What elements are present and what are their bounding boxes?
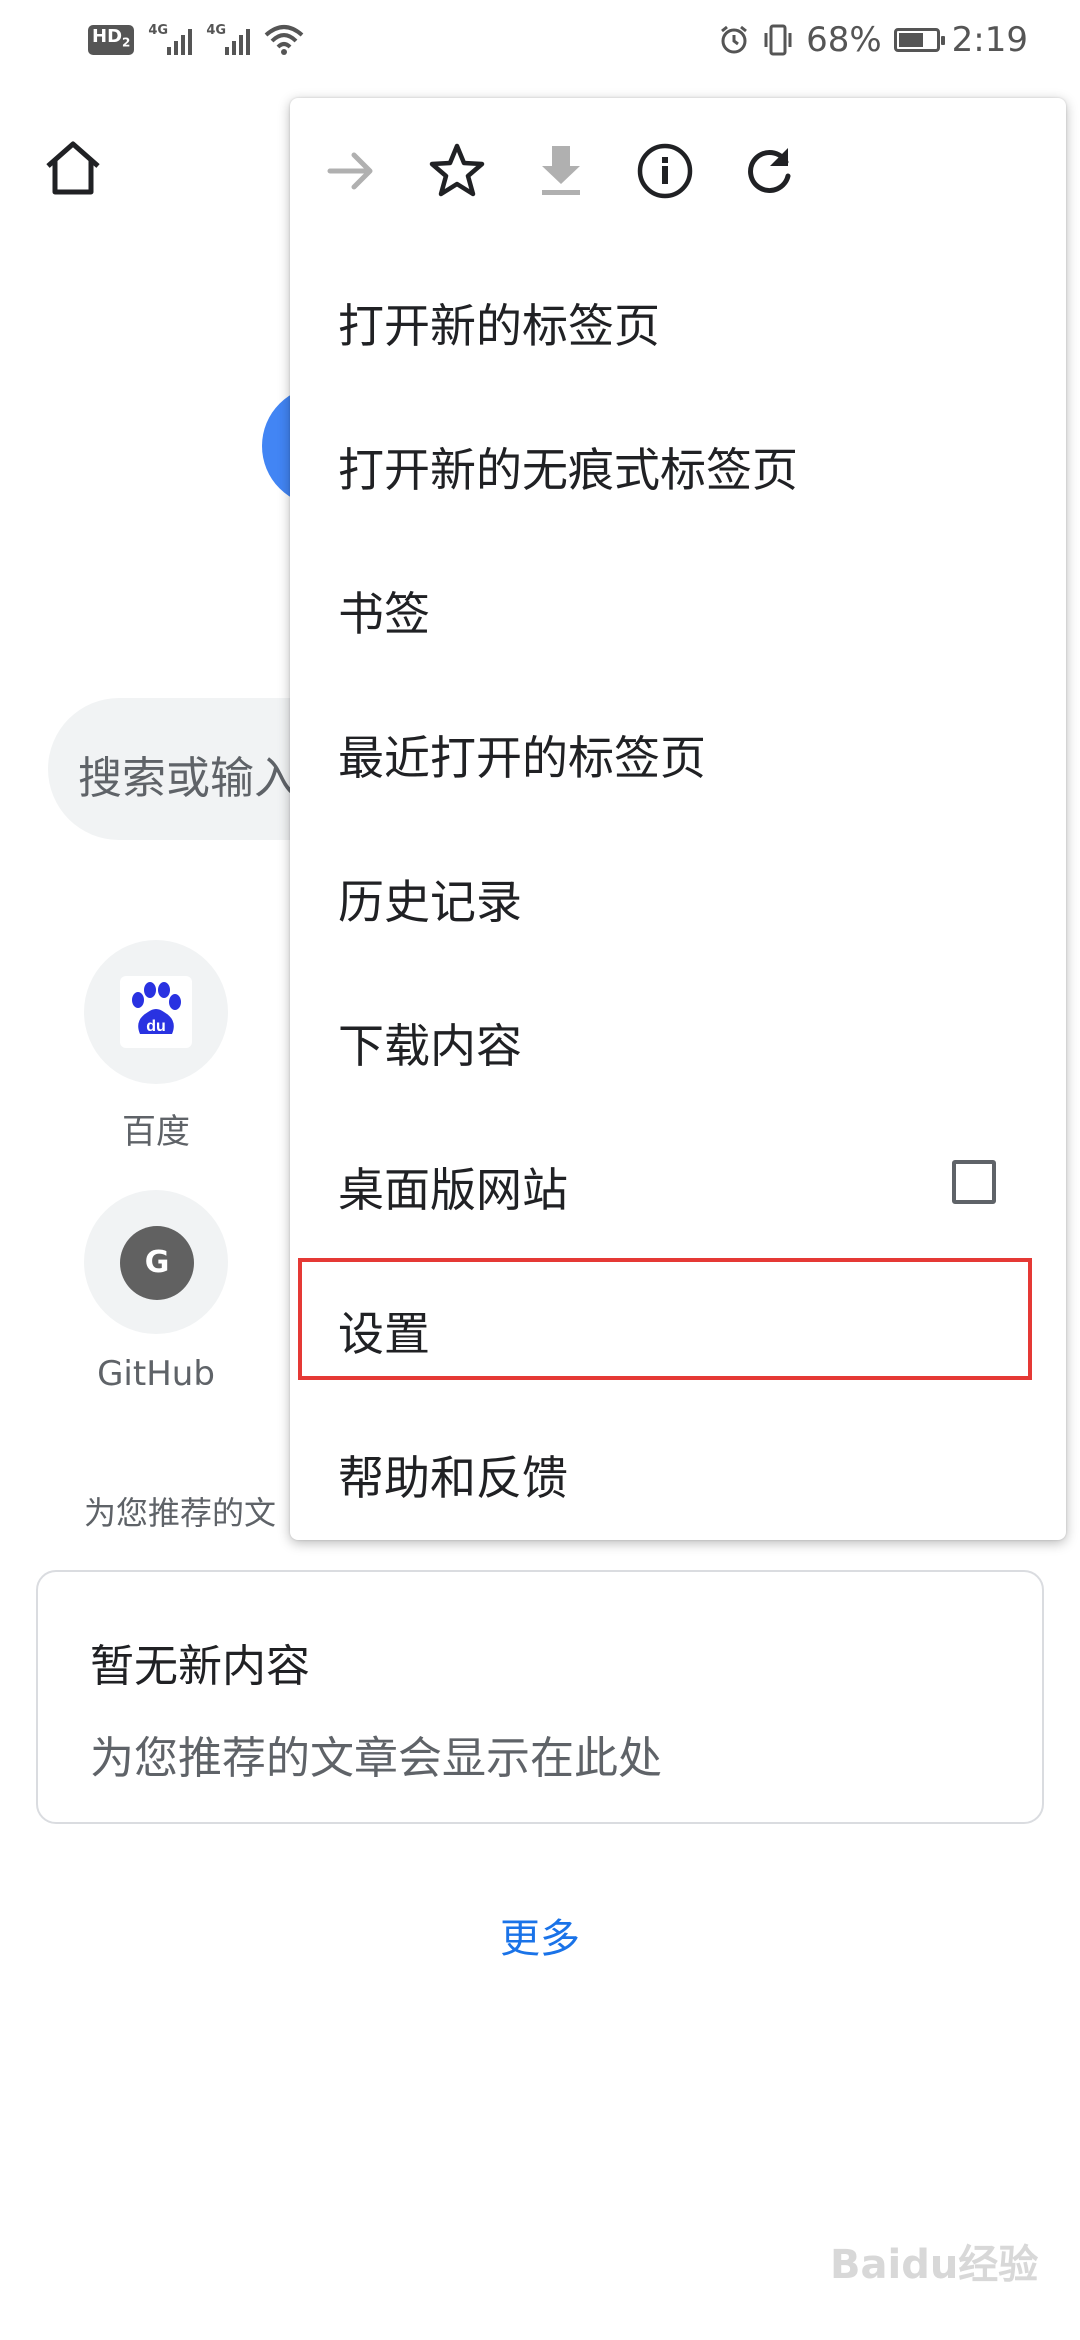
- status-right: 68% 2:19: [718, 18, 1028, 62]
- status-left: HD2 4G 4G: [88, 18, 304, 62]
- info-icon[interactable]: [632, 138, 698, 204]
- hd-label: HD: [92, 26, 123, 48]
- forward-icon[interactable]: [318, 138, 384, 204]
- status-bar: HD2 4G 4G 68% 2:19: [0, 0, 1080, 80]
- menu-item-bookmarks[interactable]: 书签: [290, 532, 1066, 676]
- vibrate-icon: [764, 24, 792, 56]
- alarm-icon: [721, 25, 747, 54]
- reload-icon[interactable]: [736, 138, 802, 204]
- home-icon[interactable]: [42, 136, 104, 198]
- signal-icon-2: 4G: [206, 23, 251, 57]
- menu-item-label: 书签: [338, 587, 430, 641]
- menu-item-label: 桌面版网站: [338, 1163, 568, 1217]
- menu-item-downloads[interactable]: 下载内容: [290, 964, 1066, 1108]
- baidu-logo-icon: du: [120, 976, 192, 1048]
- shortcut-label-github: GitHub: [97, 1354, 215, 1394]
- menu-toolbar: [290, 98, 1066, 244]
- highlight-box: [298, 1258, 1032, 1380]
- menu-item-label: 最近打开的标签页: [338, 731, 706, 785]
- search-placeholder: 搜索或输入: [78, 753, 298, 804]
- recommend-heading: 为您推荐的文: [84, 1494, 277, 1532]
- wifi-icon: [265, 25, 304, 55]
- menu-item-label: 打开新的无痕式标签页: [338, 443, 798, 497]
- menu-item-label: 帮助和反馈: [338, 1451, 568, 1505]
- menu-item-settings[interactable]: 设置: [290, 1252, 1066, 1396]
- menu-item-new-incognito-tab[interactable]: 打开新的无痕式标签页: [290, 388, 1066, 532]
- download-icon[interactable]: [528, 138, 594, 204]
- overflow-menu: 打开新的标签页 打开新的无痕式标签页 书签 最近打开的标签页 历史记录 下载内容…: [290, 98, 1066, 1540]
- menu-item-recent-tabs[interactable]: 最近打开的标签页: [290, 676, 1066, 820]
- network-type-label: 4G: [148, 23, 169, 38]
- battery-icon: [893, 28, 945, 52]
- hd-sub: 2: [122, 35, 131, 50]
- shortcut-baidu[interactable]: du: [84, 940, 228, 1084]
- menu-item-label: 打开新的标签页: [338, 299, 660, 353]
- shortcut-label-baidu: 百度: [122, 1112, 190, 1152]
- desktop-site-checkbox[interactable]: [952, 1160, 996, 1204]
- menu-item-history[interactable]: 历史记录: [290, 820, 1066, 964]
- menu-item-new-tab[interactable]: 打开新的标签页: [290, 244, 1066, 388]
- network-type-label-2: 4G: [206, 23, 227, 38]
- card-subtitle: 为您推荐的文章会显示在此处: [90, 1733, 662, 1784]
- card-title: 暂无新内容: [90, 1641, 310, 1692]
- menu-item-help-feedback[interactable]: 帮助和反馈: [290, 1396, 1066, 1540]
- bookmark-star-icon[interactable]: [424, 138, 490, 204]
- signal-icon: 4G: [148, 23, 193, 57]
- battery-percent: 68%: [806, 20, 882, 60]
- svg-text:du: du: [146, 1018, 166, 1035]
- more-link[interactable]: 更多: [0, 1906, 1080, 1964]
- watermark: Baidu经验: [830, 2242, 1039, 2288]
- menu-item-label: 下载内容: [338, 1019, 522, 1073]
- battery-fill: [898, 33, 923, 47]
- shortcut-github[interactable]: G: [84, 1190, 228, 1334]
- github-letter-icon: G: [120, 1226, 194, 1300]
- menu-item-desktop-site[interactable]: 桌面版网站: [290, 1108, 1066, 1252]
- hd-voice-icon: HD2: [88, 25, 135, 55]
- menu-item-label: 历史记录: [338, 875, 522, 929]
- clock: 2:19: [951, 20, 1028, 60]
- empty-feed-card: 暂无新内容 为您推荐的文章会显示在此处: [36, 1570, 1044, 1824]
